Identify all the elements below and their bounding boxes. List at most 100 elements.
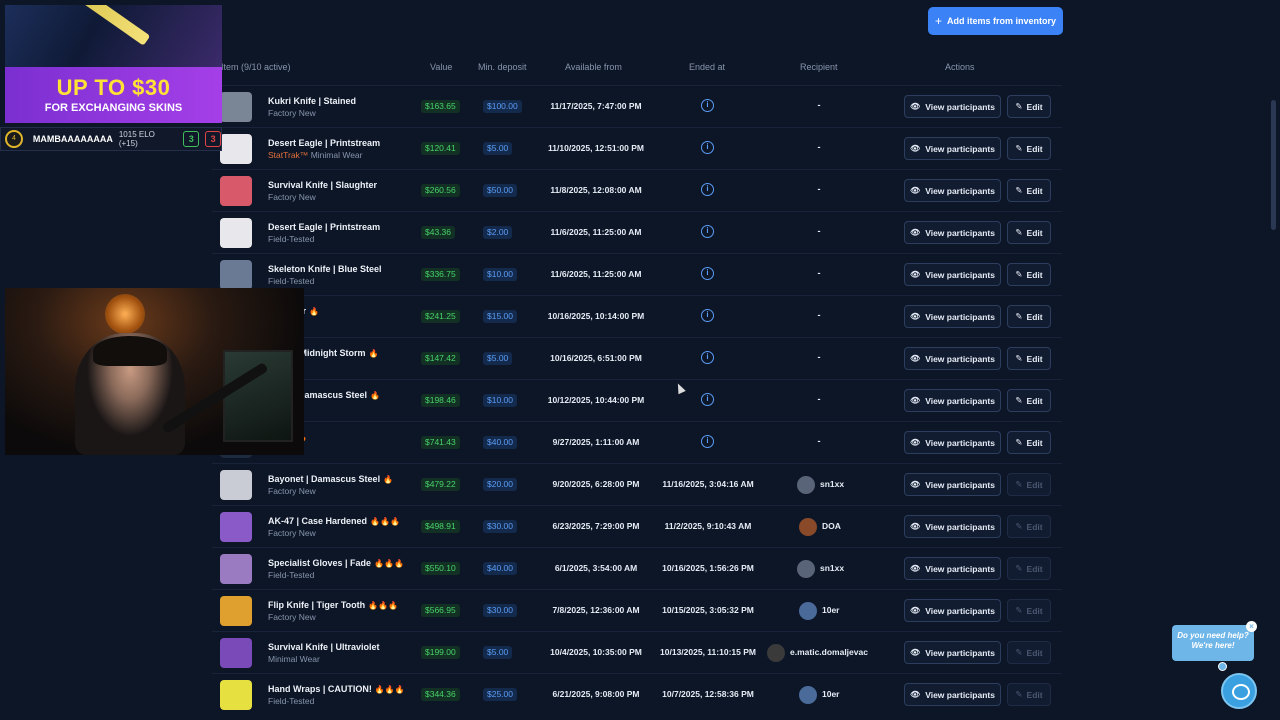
edit-icon: ✎: [1015, 395, 1023, 405]
view-participants-button[interactable]: 👁 View participants: [904, 179, 1001, 202]
edit-label: Edit: [1026, 605, 1043, 616]
view-participants-button[interactable]: 👁 View participants: [904, 557, 1001, 580]
edit-button[interactable]: ✎ Edit: [1007, 431, 1051, 454]
available-from: 7/8/2025, 12:36:00 AM: [552, 605, 640, 615]
table-row: Survival Knife | Slaughter Factory New $26…: [212, 169, 1062, 211]
item-name: Survival Knife | Slaughter: [268, 180, 377, 190]
info-icon[interactable]: i: [701, 99, 714, 112]
edit-label: Edit: [1026, 143, 1043, 154]
ended-at: 10/16/2025, 1:56:26 PM: [662, 563, 754, 573]
item-min-deposit: $5.00: [483, 352, 513, 365]
item-min-deposit: $2.00: [483, 226, 513, 239]
info-icon[interactable]: i: [701, 267, 714, 280]
view-participants-button[interactable]: 👁 View participants: [904, 473, 1001, 496]
item-min-deposit: $25.00: [483, 688, 517, 701]
chat-dot-icon: [1218, 662, 1227, 671]
view-participants-label: View participants: [925, 689, 995, 700]
page-scrollbar[interactable]: [1271, 100, 1276, 230]
ended-at: 10/13/2025, 11:10:15 PM: [660, 647, 756, 657]
item-min-deposit: $40.00: [483, 562, 517, 575]
view-participants-button[interactable]: 👁 View participants: [904, 263, 1001, 286]
edit-label: Edit: [1026, 227, 1043, 238]
view-participants-label: View participants: [925, 647, 995, 658]
info-icon[interactable]: i: [701, 225, 714, 238]
info-icon[interactable]: i: [701, 183, 714, 196]
info-icon[interactable]: i: [701, 351, 714, 364]
view-participants-label: View participants: [925, 563, 995, 574]
edit-label: Edit: [1026, 185, 1043, 196]
edit-button[interactable]: ✎ Edit: [1007, 347, 1051, 370]
item-name: Survival Knife | Ultraviolet: [268, 642, 380, 652]
edit-label: Edit: [1026, 689, 1043, 700]
table-row: Hand Wraps | CAUTION! 🔥🔥🔥 Field-Tested $344…: [212, 673, 1062, 715]
item-value: $147.42: [421, 352, 460, 365]
promo-banner[interactable]: UP TO $30 FOR EXCHANGING SKINS: [5, 5, 222, 123]
available-from: 9/20/2025, 6:28:00 PM: [552, 479, 640, 489]
info-icon[interactable]: i: [701, 309, 714, 322]
item-min-deposit: $5.00: [483, 142, 513, 155]
close-icon[interactable]: ×: [1246, 621, 1257, 632]
available-from: 9/27/2025, 1:11:00 AM: [552, 437, 640, 447]
item-thumbnail: [220, 512, 252, 542]
edit-icon: ✎: [1015, 521, 1023, 531]
recipient-name: sn1xx: [820, 479, 845, 489]
view-participants-button[interactable]: 👁 View participants: [904, 137, 1001, 160]
view-participants-button[interactable]: 👁 View participants: [904, 515, 1001, 538]
item-value: $43.36: [421, 226, 455, 239]
view-participants-button[interactable]: 👁 View participants: [904, 641, 1001, 664]
view-participants-button[interactable]: 👁 View participants: [904, 221, 1001, 244]
item-thumbnail: [220, 218, 252, 248]
edit-label: Edit: [1026, 521, 1043, 532]
view-participants-label: View participants: [925, 437, 995, 448]
recipient-name: 10er: [822, 605, 840, 615]
chat-help-bubble[interactable]: Do you need help? We're here! ×: [1172, 621, 1257, 661]
col-item: Item (9/10 active): [221, 62, 291, 72]
chat-help-text: Do you need help? We're here!: [1177, 631, 1249, 650]
info-icon[interactable]: i: [701, 141, 714, 154]
item-wear-text: Minimal Wear: [310, 150, 363, 160]
losses-count: 3: [205, 131, 222, 147]
edit-icon: ✎: [1015, 563, 1023, 573]
view-participants-button[interactable]: 👁 View participants: [904, 599, 1001, 622]
view-participants-button[interactable]: 👁 View participants: [904, 95, 1001, 118]
edit-button[interactable]: ✎ Edit: [1007, 305, 1051, 328]
edit-button[interactable]: ✎ Edit: [1007, 137, 1051, 160]
eye-icon: 👁: [910, 690, 921, 699]
view-participants-label: View participants: [925, 311, 995, 322]
edit-button: ✎ Edit: [1007, 683, 1051, 706]
item-value: $241.25: [421, 310, 460, 323]
edit-label: Edit: [1026, 437, 1043, 448]
edit-button[interactable]: ✎ Edit: [1007, 389, 1051, 412]
item-wear: Factory New: [268, 108, 316, 118]
view-participants-button[interactable]: 👁 View participants: [904, 389, 1001, 412]
ended-at: 10/7/2025, 12:58:36 PM: [662, 689, 754, 699]
info-icon[interactable]: i: [701, 393, 714, 406]
chat-icon[interactable]: [1221, 673, 1257, 709]
edit-button[interactable]: ✎ Edit: [1007, 179, 1051, 202]
webcam-overlay: [5, 288, 304, 455]
edit-button[interactable]: ✎ Edit: [1007, 95, 1051, 118]
item-thumbnail: [220, 596, 252, 626]
edit-icon: ✎: [1015, 269, 1023, 279]
add-items-button[interactable]: + Add items from inventory: [928, 7, 1063, 35]
item-name: Kukri Knife | Stained: [268, 96, 356, 106]
view-participants-button[interactable]: 👁 View participants: [904, 305, 1001, 328]
item-name-text: Desert Eagle | Printstream: [268, 222, 381, 232]
item-value: $566.95: [421, 604, 460, 617]
view-participants-label: View participants: [925, 143, 995, 154]
item-name: Desert Eagle | Printstream: [268, 138, 380, 148]
view-participants-button[interactable]: 👁 View participants: [904, 431, 1001, 454]
view-participants-button[interactable]: 👁 View participants: [904, 683, 1001, 706]
item-wear-text: Factory New: [268, 528, 316, 538]
edit-icon: ✎: [1015, 353, 1023, 363]
edit-button[interactable]: ✎ Edit: [1007, 263, 1051, 286]
available-from: 6/1/2025, 3:54:00 AM: [554, 563, 638, 573]
item-min-deposit: $40.00: [483, 436, 517, 449]
view-participants-button[interactable]: 👁 View participants: [904, 347, 1001, 370]
info-icon[interactable]: i: [701, 435, 714, 448]
plus-icon: +: [934, 14, 942, 28]
item-wear: Factory New: [268, 192, 316, 202]
edit-button[interactable]: ✎ Edit: [1007, 221, 1051, 244]
recipient-empty: -: [817, 184, 821, 194]
available-from: 10/12/2025, 10:44:00 PM: [547, 395, 645, 405]
